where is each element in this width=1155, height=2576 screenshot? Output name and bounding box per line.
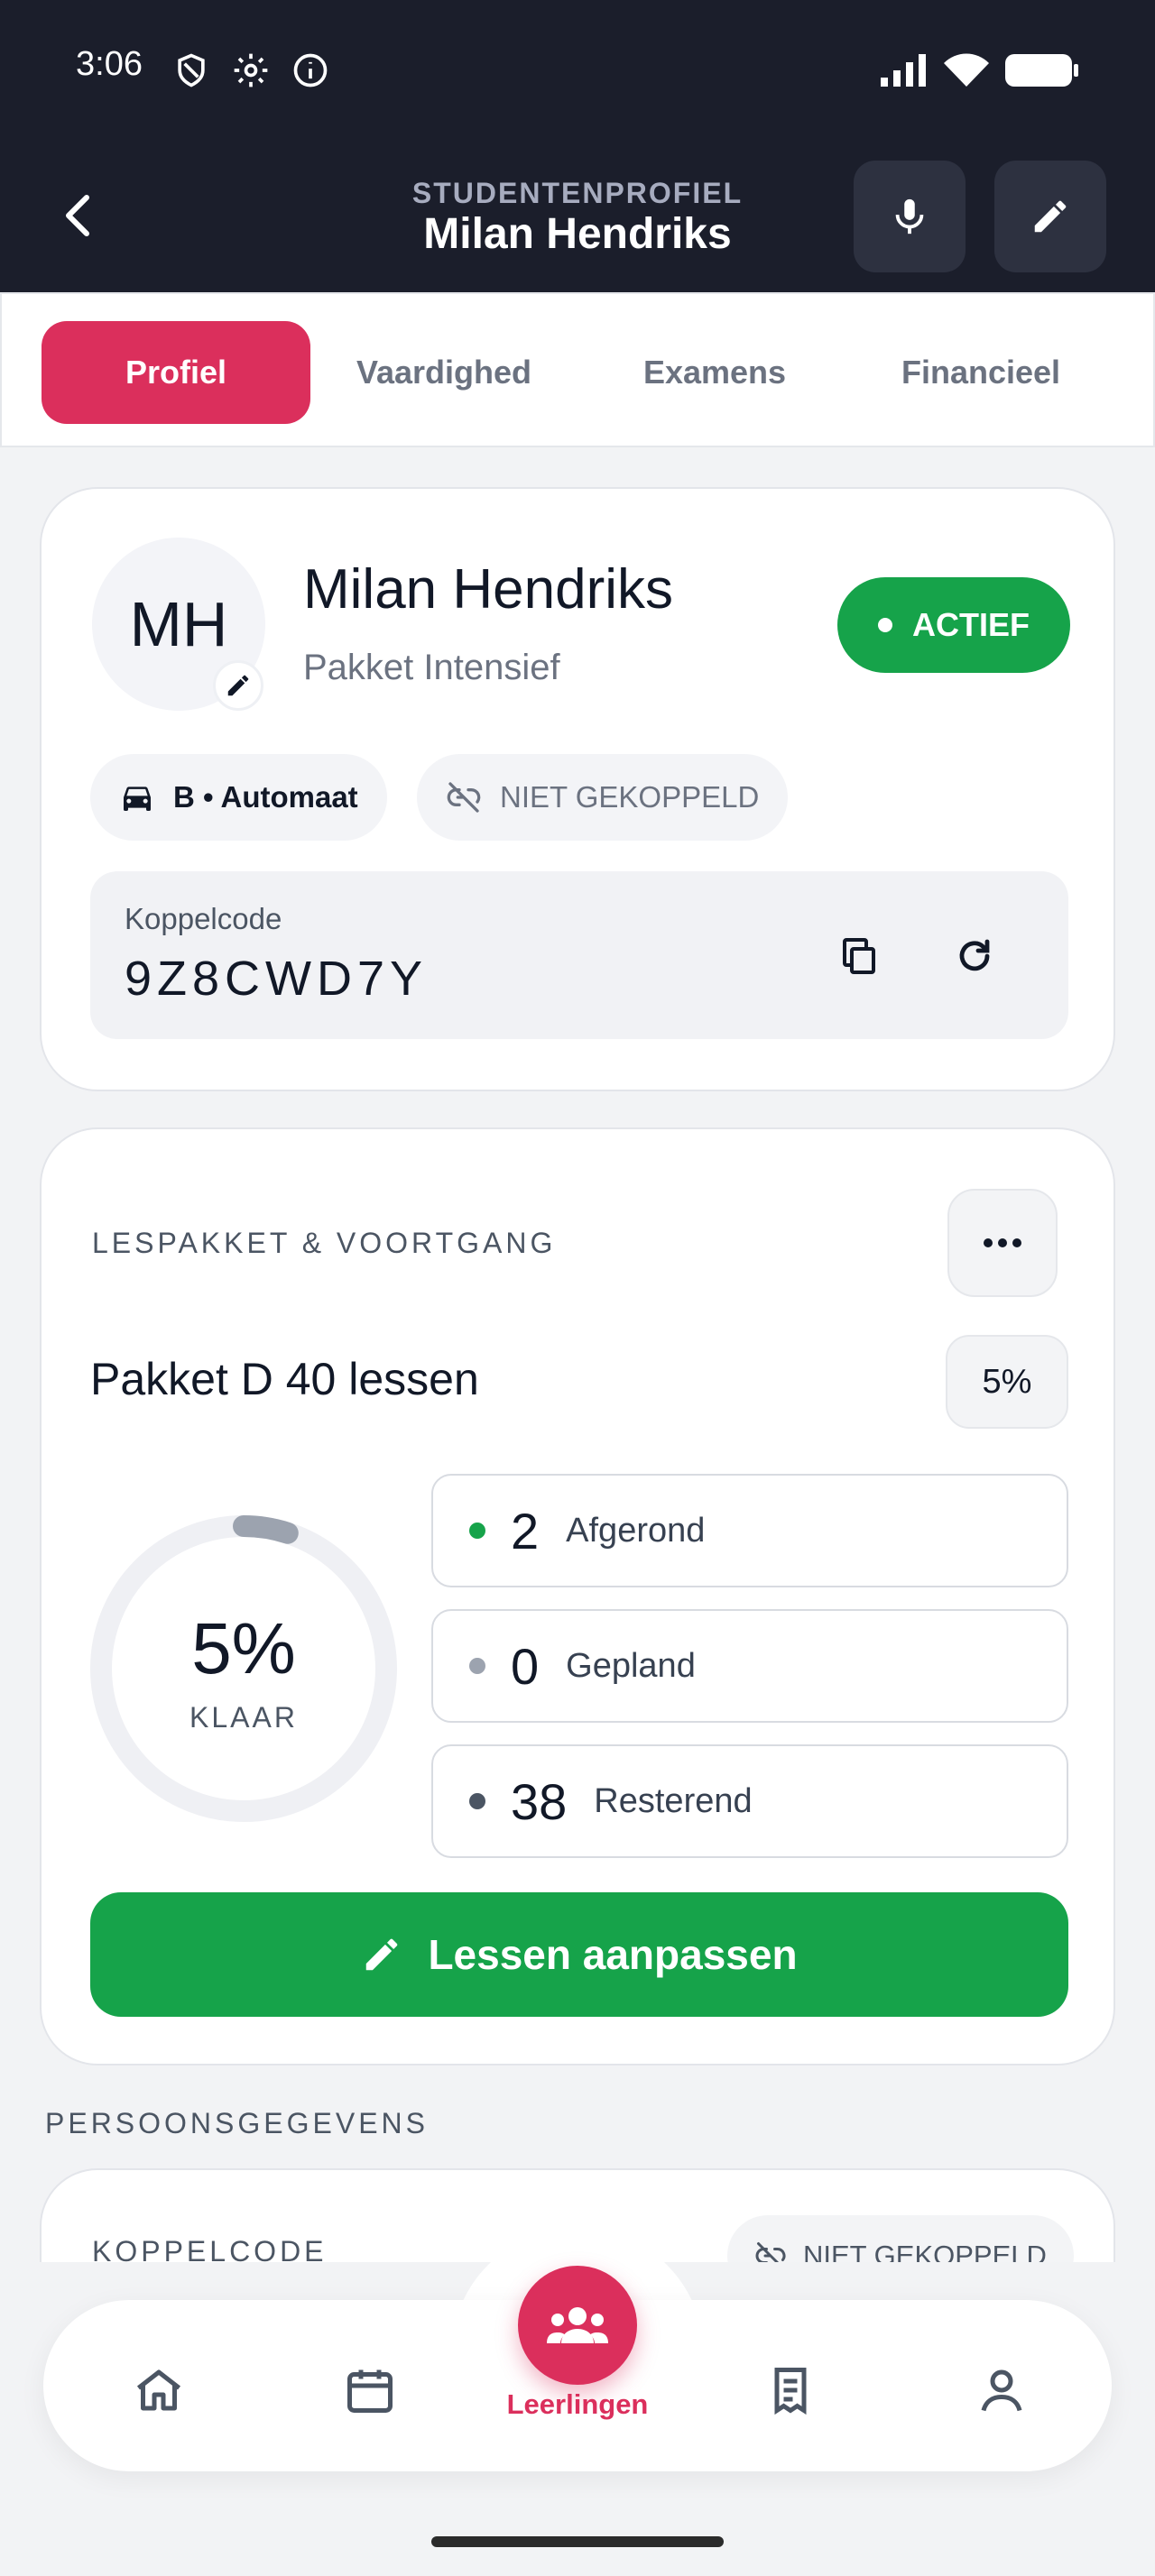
nav-calendar[interactable] xyxy=(334,2354,406,2426)
lesson-package-name: Pakket D 40 lessen xyxy=(90,1354,479,1404)
more-options-button[interactable] xyxy=(947,1189,1058,1297)
status-dot xyxy=(878,618,892,632)
personal-section-label: PERSOONSGEGEVENS xyxy=(45,2107,429,2139)
stat-dot xyxy=(469,1523,485,1539)
info-icon xyxy=(293,53,328,87)
calendar-icon xyxy=(347,2369,393,2413)
stat-count: 38 xyxy=(511,1772,568,1830)
stat-dot xyxy=(469,1793,485,1809)
copy-icon xyxy=(843,938,875,974)
koppelcode-box: Koppelcode 9Z8CWD7Y xyxy=(90,871,1068,1039)
stat-afgerond: 2 Afgerond xyxy=(431,1474,1068,1587)
tab-financieel[interactable]: Financieel xyxy=(868,321,1094,424)
receipt-icon xyxy=(774,2368,807,2415)
koppelcode-value: 9Z8CWD7Y xyxy=(125,952,429,1006)
koppelcode-label: Koppelcode xyxy=(125,902,282,935)
stat-resterend: 38 Resterend xyxy=(431,1744,1068,1858)
copy-code-button[interactable] xyxy=(830,927,888,985)
voice-button[interactable] xyxy=(854,161,966,272)
pencil-icon xyxy=(366,1938,398,1971)
car-icon xyxy=(124,787,151,811)
home-icon xyxy=(136,2369,181,2411)
tab-examens[interactable]: Examens xyxy=(615,321,814,424)
settings-icon xyxy=(234,53,268,87)
nav-students-label[interactable]: Leerlingen xyxy=(451,2388,704,2421)
students-icon xyxy=(547,2307,608,2343)
regenerate-code-button[interactable] xyxy=(946,927,1003,985)
status-icons-left xyxy=(171,51,330,90)
status-time: 3:06 xyxy=(76,45,143,83)
edit-profile-button[interactable] xyxy=(994,161,1106,272)
nav-home[interactable] xyxy=(123,2354,195,2426)
tab-vaardigheden[interactable]: Vaardighed xyxy=(327,321,561,424)
stat-count: 2 xyxy=(511,1502,540,1559)
nav-profile[interactable] xyxy=(966,2354,1038,2426)
link-status-chip: NIET GEKOPPELD xyxy=(417,754,789,841)
stat-label: Afgerond xyxy=(566,1511,706,1550)
battery-icon xyxy=(1005,54,1078,87)
license-chip-label: B • Automaat xyxy=(173,780,358,814)
avatar-edit-button[interactable] xyxy=(213,660,263,711)
home-indicator xyxy=(431,2536,724,2547)
pencil-icon xyxy=(227,675,249,696)
stat-count: 0 xyxy=(511,1637,540,1695)
microphone-icon xyxy=(895,198,924,235)
progress-percent-chip: 5% xyxy=(946,1335,1068,1429)
progress-card: LESPAKKET & VOORTGANG Pakket D 40 lessen… xyxy=(40,1127,1115,2065)
donut-label: KLAAR xyxy=(189,1701,298,1734)
stat-dot xyxy=(469,1658,485,1674)
stat-gepland: 0 Gepland xyxy=(431,1609,1068,1723)
nav-invoices[interactable] xyxy=(754,2354,827,2426)
profile-card: MH Milan Hendriks Pakket Intensief ACTIE… xyxy=(40,487,1115,1091)
status-icons-right xyxy=(879,52,1079,88)
stat-label: Gepland xyxy=(566,1646,696,1685)
edit-lessons-button[interactable]: Lessen aanpassen xyxy=(90,1892,1068,2017)
link-off-icon xyxy=(447,782,481,813)
shield-icon xyxy=(178,53,205,87)
edit-lessons-label: Lessen aanpassen xyxy=(428,1931,798,1978)
tab-profiel[interactable]: Profiel xyxy=(42,321,310,424)
status-badge: ACTIEF xyxy=(837,577,1070,673)
more-horizontal-icon xyxy=(984,1238,1021,1247)
stat-label: Resterend xyxy=(594,1781,753,1820)
status-badge-label: ACTIEF xyxy=(912,606,1030,643)
nav-students[interactable] xyxy=(518,2266,637,2385)
pencil-icon xyxy=(1034,200,1067,233)
profile-icon xyxy=(981,2369,1022,2412)
app-header: 3:06 STUDENTENPROFIEL Milan Hendriks xyxy=(0,0,1155,292)
profile-tabs: Profiel Vaardighed Examens Financieel xyxy=(0,292,1155,447)
student-name: Milan Hendriks xyxy=(303,558,674,621)
refresh-icon xyxy=(959,939,990,971)
wifi-icon xyxy=(944,53,989,87)
link-status-label: NIET GEKOPPELD xyxy=(500,780,760,814)
donut-percent: 5% xyxy=(191,1608,296,1688)
header-subtitle: STUDENTENPROFIEL xyxy=(411,177,744,209)
header-title: Milan Hendriks xyxy=(423,210,732,258)
student-package: Pakket Intensief xyxy=(303,648,560,687)
progress-section-label: LESPAKKET & VOORTGANG xyxy=(92,1227,557,1259)
license-chip: B • Automaat xyxy=(90,754,387,841)
signal-icon xyxy=(881,54,926,87)
